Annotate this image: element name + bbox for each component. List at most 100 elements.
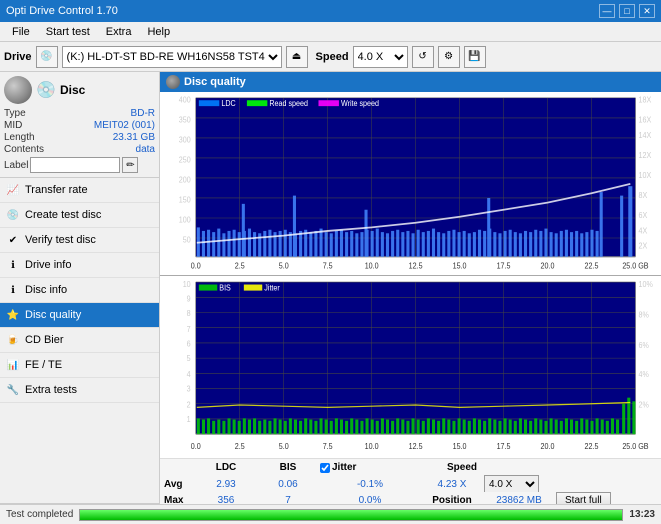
top-chart: 400 350 300 250 200 150 100 50 18X 16X 1… <box>160 92 661 276</box>
cd-bier-icon: 🍺 <box>6 333 20 347</box>
mid-value: MEIT02 (001) <box>94 120 155 131</box>
svg-text:2: 2 <box>187 399 191 409</box>
svg-text:5.0: 5.0 <box>279 261 289 271</box>
maximize-button[interactable]: □ <box>619 4 635 18</box>
svg-text:22.5: 22.5 <box>585 261 599 271</box>
save-icon[interactable]: 💾 <box>464 46 486 68</box>
svg-text:10.0: 10.0 <box>365 261 379 271</box>
svg-text:4: 4 <box>187 369 192 379</box>
speed-header: Speed <box>422 462 502 473</box>
label-input[interactable] <box>30 157 120 173</box>
drive-info-icon: ℹ <box>6 258 20 272</box>
speed-val: 4.23 X <box>422 479 482 490</box>
minimize-button[interactable]: — <box>599 4 615 18</box>
verify-disc-icon: ✔ <box>6 233 20 247</box>
svg-text:12.5: 12.5 <box>409 261 423 271</box>
svg-text:7.5: 7.5 <box>323 261 333 271</box>
svg-text:300: 300 <box>179 135 191 145</box>
menu-file[interactable]: File <box>4 24 38 40</box>
drive-select[interactable]: (K:) HL-DT-ST BD-RE WH16NS58 TST4 <box>62 46 282 68</box>
status-text: Test completed <box>6 509 73 520</box>
svg-text:6%: 6% <box>639 340 649 350</box>
chart-title: Disc quality <box>184 76 246 88</box>
menubar: File Start test Extra Help <box>0 22 661 42</box>
svg-text:250: 250 <box>179 155 191 165</box>
svg-text:2.5: 2.5 <box>235 441 246 451</box>
svg-text:20.0: 20.0 <box>541 441 555 451</box>
svg-text:LDC: LDC <box>221 99 236 109</box>
svg-text:0.0: 0.0 <box>191 441 202 451</box>
svg-text:17.5: 17.5 <box>497 261 511 271</box>
progress-container <box>79 509 623 521</box>
svg-text:5.0: 5.0 <box>279 441 290 451</box>
chart-header: Disc quality <box>160 72 661 92</box>
settings-icon[interactable]: ⚙ <box>438 46 460 68</box>
length-label: Length <box>4 132 35 143</box>
disc-eject-icon[interactable]: 💿 <box>36 80 56 100</box>
bis-avg: 0.06 <box>258 479 318 490</box>
sidebar-item-create-test-disc[interactable]: 💿 Create test disc <box>0 203 159 228</box>
menu-start-test[interactable]: Start test <box>38 24 98 40</box>
window-controls[interactable]: — □ ✕ <box>599 4 655 18</box>
disc-quality-icon: ⭐ <box>6 308 20 322</box>
fe-te-icon: 📊 <box>6 358 20 372</box>
svg-text:16X: 16X <box>639 115 652 125</box>
bottom-chart-svg: 10 9 8 7 6 5 4 3 2 1 10% 8% 6% 4% 2% <box>160 276 661 459</box>
svg-text:25.0 GB: 25.0 GB <box>622 261 648 271</box>
stats-avg-row: Avg 2.93 0.06 -0.1% 4.23 X 4.0 X <box>160 476 661 492</box>
chart-area: Disc quality <box>160 72 661 524</box>
chart-disc-icon <box>166 75 180 89</box>
sidebar-item-drive-info[interactable]: ℹ Drive info <box>0 253 159 278</box>
menu-extra[interactable]: Extra <box>98 24 140 40</box>
refresh-button[interactable]: ↺ <box>412 46 434 68</box>
svg-text:150: 150 <box>179 195 191 205</box>
svg-text:20.0: 20.0 <box>541 261 555 271</box>
sidebar-item-extra-tests[interactable]: 🔧 Extra tests <box>0 378 159 403</box>
svg-text:400: 400 <box>179 95 191 105</box>
close-button[interactable]: ✕ <box>639 4 655 18</box>
svg-text:Write speed: Write speed <box>341 99 379 109</box>
sidebar-item-verify-test-disc[interactable]: ✔ Verify test disc <box>0 228 159 253</box>
label-edit-icon[interactable]: ✏ <box>122 157 138 173</box>
menu-help[interactable]: Help <box>139 24 178 40</box>
disc-icon <box>4 76 32 104</box>
drive-icon: 💿 <box>36 46 58 68</box>
timer: 13:23 <box>629 509 655 520</box>
svg-text:25.0 GB: 25.0 GB <box>622 441 648 451</box>
jitter-header-group: Jitter <box>320 462 420 473</box>
charts-container: 400 350 300 250 200 150 100 50 18X 16X 1… <box>160 92 661 458</box>
svg-text:8: 8 <box>187 308 192 318</box>
sidebar-item-cd-bier[interactable]: 🍺 CD Bier <box>0 328 159 353</box>
bottom-chart: 10 9 8 7 6 5 4 3 2 1 10% 8% 6% 4% 2% <box>160 276 661 459</box>
sidebar-item-fe-te[interactable]: 📊 FE / TE <box>0 353 159 378</box>
contents-label: Contents <box>4 144 44 155</box>
svg-text:22.5: 22.5 <box>585 441 599 451</box>
sidebar-item-transfer-rate[interactable]: 📈 Transfer rate <box>0 178 159 203</box>
svg-text:8%: 8% <box>639 309 649 319</box>
bottom-bar: Test completed 13:23 <box>0 504 661 524</box>
jitter-checkbox[interactable] <box>320 463 330 473</box>
svg-text:7: 7 <box>187 324 191 334</box>
svg-text:15.0: 15.0 <box>453 441 467 451</box>
length-value: 23.31 GB <box>113 132 155 143</box>
svg-text:7.5: 7.5 <box>323 441 334 451</box>
extra-tests-icon: 🔧 <box>6 383 20 397</box>
ldc-header: LDC <box>196 462 256 473</box>
bis-header: BIS <box>258 462 318 473</box>
svg-text:6X: 6X <box>639 211 648 221</box>
svg-text:4%: 4% <box>639 369 649 379</box>
svg-text:6: 6 <box>187 338 192 348</box>
svg-text:50: 50 <box>183 235 191 245</box>
eject-button[interactable]: ⏏ <box>286 46 308 68</box>
svg-text:5: 5 <box>187 353 192 363</box>
svg-text:1: 1 <box>187 414 191 424</box>
titlebar: Opti Drive Control 1.70 — □ ✕ <box>0 0 661 22</box>
disc-panel: 💿 Disc Type BD-R MID MEIT02 (001) Length… <box>0 72 159 178</box>
sidebar-item-disc-quality[interactable]: ⭐ Disc quality <box>0 303 159 328</box>
svg-text:2.5: 2.5 <box>235 261 245 271</box>
svg-text:12X: 12X <box>639 150 652 160</box>
svg-text:BIS: BIS <box>219 283 231 293</box>
speed-select-stats[interactable]: 4.0 X <box>484 475 539 493</box>
sidebar-item-disc-info[interactable]: ℹ Disc info <box>0 278 159 303</box>
speed-select[interactable]: 4.0 X <box>353 46 408 68</box>
